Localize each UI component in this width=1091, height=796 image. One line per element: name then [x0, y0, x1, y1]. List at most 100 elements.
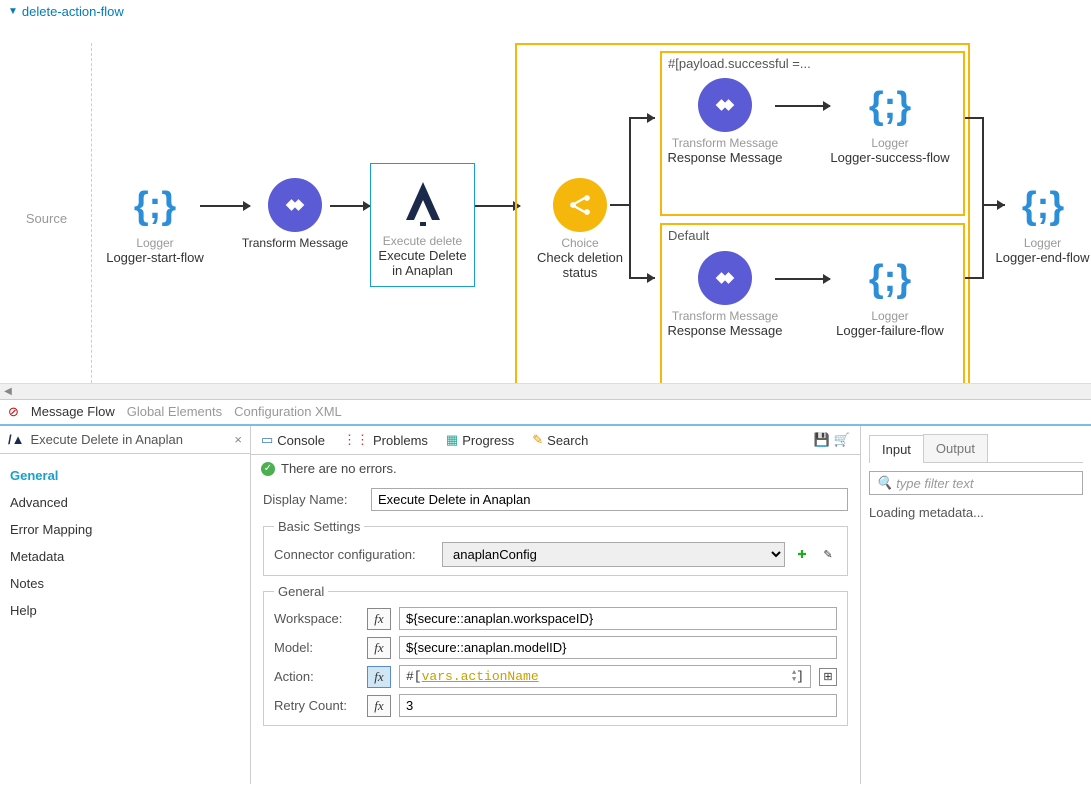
svg-text:{;}: {;}: [1021, 185, 1063, 227]
flow-name: delete-action-flow: [22, 4, 124, 19]
tab-output[interactable]: Output: [923, 434, 988, 462]
loading-text: Loading metadata...: [869, 505, 1083, 520]
expression-builder-button[interactable]: ⊞: [819, 668, 837, 686]
properties-tab[interactable]: /▲ Execute Delete in Anaplan ×: [0, 426, 250, 454]
editor-tabs: ⊘ Message Flow Global Elements Configura…: [0, 399, 1091, 424]
anaplan-small-icon: /▲: [8, 432, 24, 447]
node-title: Logger-failure-flow: [830, 323, 950, 338]
execute-delete-node[interactable]: Execute delete Execute Delete in Anaplan: [370, 163, 475, 287]
nav-metadata[interactable]: Metadata: [0, 543, 250, 570]
logger-icon: {;}: [863, 251, 917, 305]
console-icon: ▭: [261, 432, 273, 448]
nav-notes[interactable]: Notes: [0, 570, 250, 597]
filter-placeholder: type filter text: [896, 476, 973, 491]
views-tabs: ▭Console ⋮⋮Problems ▦Progress ✎Search 💾 …: [251, 426, 860, 455]
node-title: Response Message: [665, 150, 785, 165]
fx-button[interactable]: fx: [367, 608, 391, 630]
view-problems[interactable]: ⋮⋮Problems: [343, 432, 428, 448]
node-title: Execute Delete in Anaplan: [375, 248, 470, 278]
svg-text:{;}: {;}: [134, 185, 176, 227]
properties-panel: /▲ Execute Delete in Anaplan × General A…: [0, 424, 1091, 784]
model-input[interactable]: [399, 636, 837, 659]
view-console[interactable]: ▭Console: [261, 432, 325, 448]
arrow: [775, 278, 830, 280]
filter-input[interactable]: 🔍 type filter text: [869, 471, 1083, 495]
connector-row: Connector configuration: anaplanConfig ✚…: [274, 542, 837, 567]
workspace-input[interactable]: [399, 607, 837, 630]
view-progress[interactable]: ▦Progress: [446, 432, 514, 448]
nav-help[interactable]: Help: [0, 597, 250, 624]
logger-icon: {;}: [863, 78, 917, 132]
nav-general[interactable]: General: [0, 462, 250, 489]
collapse-triangle-icon[interactable]: ▼: [8, 6, 18, 17]
action-row: Action: fx #[ vars.actionName ▲▼ ] ⊞: [274, 665, 837, 688]
model-label: Model:: [274, 640, 359, 655]
action-label: Action:: [274, 669, 359, 684]
node-title: Logger-success-flow: [830, 150, 950, 165]
node-caption: Execute delete: [375, 234, 470, 248]
search-icon: ✎: [532, 432, 543, 448]
tab-config-xml[interactable]: Configuration XML: [234, 404, 342, 420]
scroll-left-icon[interactable]: ◀: [0, 386, 16, 397]
display-name-row: Display Name:: [263, 488, 848, 511]
validation-status: ✓ There are no errors.: [251, 455, 860, 482]
tab-message-flow[interactable]: Message Flow: [31, 404, 115, 420]
node-caption: Transform Message: [665, 309, 785, 323]
properties-left-column: /▲ Execute Delete in Anaplan × General A…: [0, 426, 250, 784]
retry-label: Retry Count:: [274, 698, 359, 713]
branch-label: #[payload.successful =...: [668, 56, 811, 71]
anaplan-icon: [396, 176, 450, 230]
transform-icon: [698, 251, 752, 305]
arrow: [775, 105, 830, 107]
node-caption: Logger: [995, 236, 1090, 250]
logger-icon: {;}: [128, 178, 182, 232]
tab-input[interactable]: Input: [869, 435, 924, 463]
properties-tab-title: Execute Delete in Anaplan: [30, 432, 183, 447]
display-name-input[interactable]: [371, 488, 848, 511]
source-region: Source: [2, 43, 92, 383]
flow-header: ▼ delete-action-flow: [0, 0, 1091, 23]
logger-start-node[interactable]: {;} Logger Logger-start-flow: [95, 178, 215, 265]
tab-global-elements[interactable]: Global Elements: [127, 404, 222, 420]
flow-canvas[interactable]: Source {;} Logger Logger-start-flow Tran…: [0, 23, 1091, 383]
general-legend: General: [274, 584, 328, 599]
toolbar-icons: 💾 🛒: [814, 432, 850, 448]
transform-message-node[interactable]: Transform Message: [235, 178, 355, 250]
transform-icon: [268, 178, 322, 232]
nav-error-mapping[interactable]: Error Mapping: [0, 516, 250, 543]
branch2-transform-node[interactable]: Transform Message Response Message: [665, 251, 785, 338]
fx-button[interactable]: fx: [367, 695, 391, 717]
edit-icon[interactable]: ✎: [819, 546, 837, 564]
metadata-panel: Input Output 🔍 type filter text Loading …: [861, 426, 1091, 784]
horizontal-scrollbar[interactable]: ◀: [0, 383, 1091, 399]
retry-input[interactable]: [399, 694, 837, 717]
status-text: There are no errors.: [281, 461, 397, 476]
fx-button-active[interactable]: fx: [367, 666, 391, 688]
node-title: Logger-end-flow: [995, 250, 1090, 265]
fx-button[interactable]: fx: [367, 637, 391, 659]
save-icon[interactable]: 💾: [814, 432, 830, 448]
svg-text:{;}: {;}: [869, 85, 911, 127]
branch2-logger-node[interactable]: {;} Logger Logger-failure-flow: [830, 251, 950, 338]
source-label: Source: [26, 211, 67, 226]
cart-icon[interactable]: 🛒: [834, 432, 850, 448]
nav-advanced[interactable]: Advanced: [0, 489, 250, 516]
add-icon[interactable]: ✚: [793, 546, 811, 564]
branch1-logger-node[interactable]: {;} Logger Logger-success-flow: [830, 78, 950, 165]
workspace-row: Workspace: fx: [274, 607, 837, 630]
progress-icon: ▦: [446, 432, 458, 448]
logger-end-node[interactable]: {;} Logger Logger-end-flow: [995, 178, 1090, 265]
node-title: Response Message: [665, 323, 785, 338]
action-input[interactable]: #[ vars.actionName ▲▼ ]: [399, 665, 811, 688]
properties-form: Display Name: Basic Settings Connector c…: [251, 482, 860, 784]
branch1-transform-node[interactable]: Transform Message Response Message: [665, 78, 785, 165]
logger-icon: {;}: [1016, 178, 1070, 232]
general-fieldset: General Workspace: fx Model: fx Action: …: [263, 584, 848, 726]
view-search[interactable]: ✎Search: [532, 432, 588, 448]
model-row: Model: fx: [274, 636, 837, 659]
close-icon[interactable]: ×: [234, 432, 242, 447]
transform-icon: [698, 78, 752, 132]
node-caption: Logger: [95, 236, 215, 250]
basic-settings-fieldset: Basic Settings Connector configuration: …: [263, 519, 848, 576]
connector-select[interactable]: anaplanConfig: [442, 542, 785, 567]
